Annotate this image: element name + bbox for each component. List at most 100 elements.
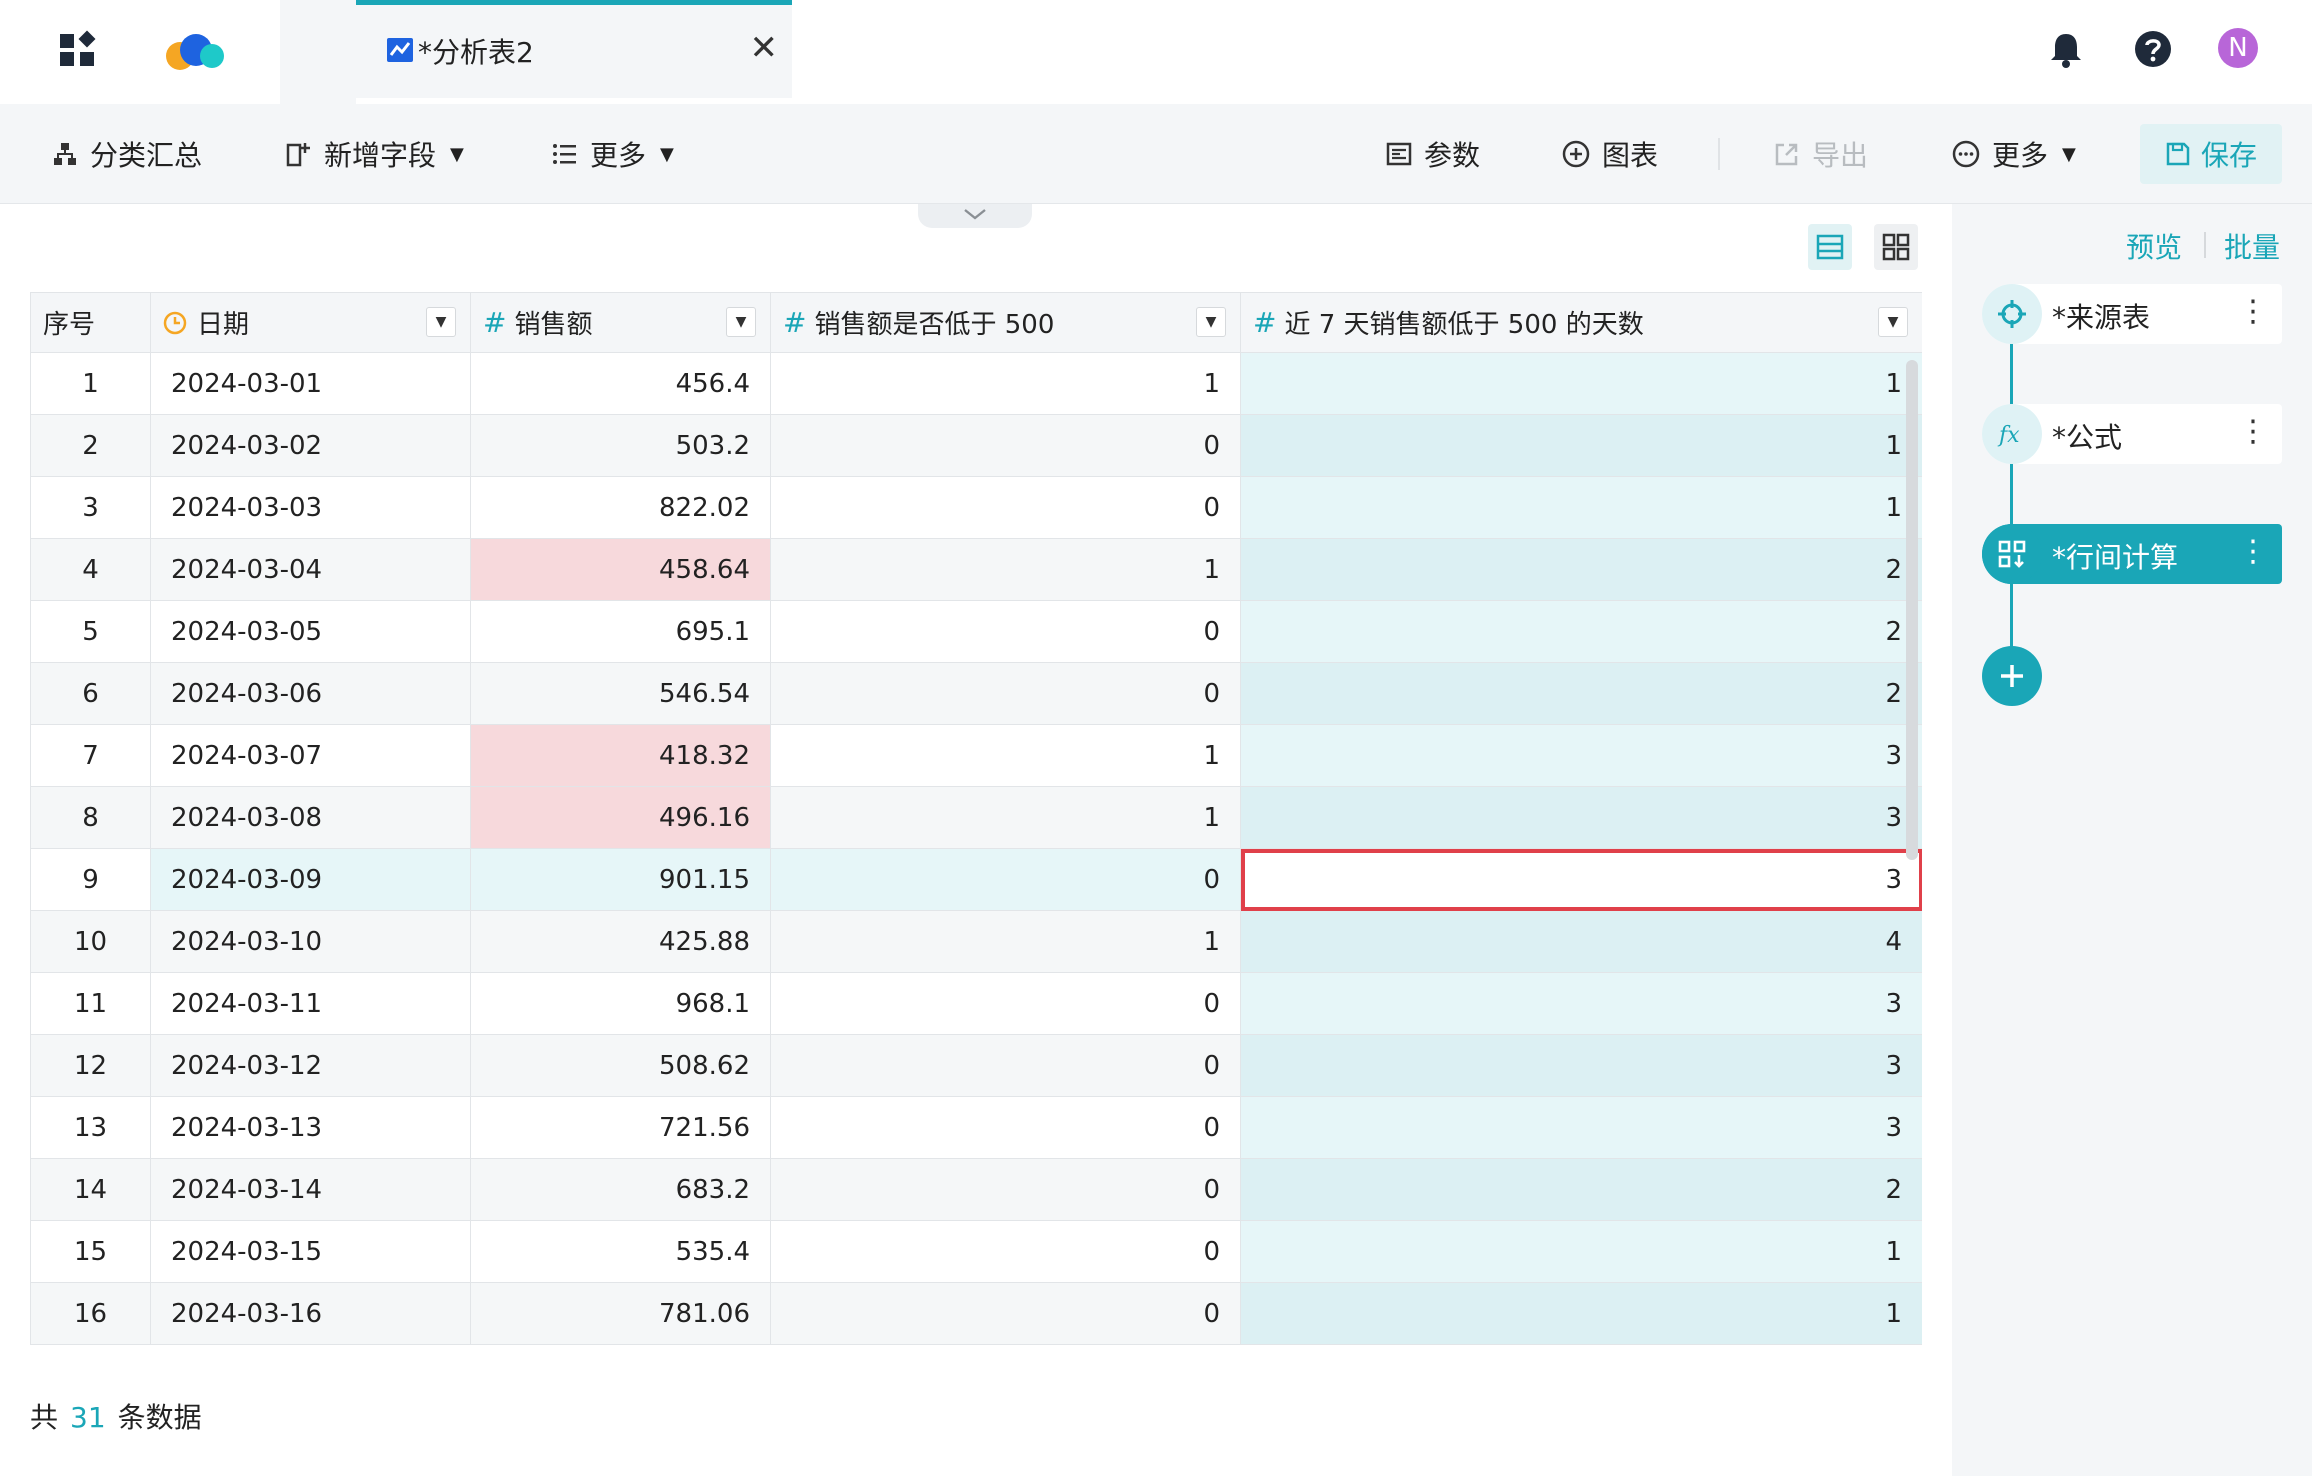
cell-index[interactable]: 2 bbox=[30, 414, 151, 477]
column-filter-dropdown[interactable]: ▼ bbox=[1878, 307, 1908, 337]
table-row[interactable]: 6 2024-03-06 546.54 0 2 bbox=[30, 662, 1922, 725]
cell-below-500[interactable]: 0 bbox=[770, 1096, 1241, 1159]
step-formula[interactable]: fx *公式 ⋮ bbox=[1982, 404, 2282, 464]
table-row[interactable]: 9 2024-03-09 901.15 0 3 bbox=[30, 848, 1922, 911]
cell-7day-count[interactable]: 2 bbox=[1240, 1158, 1922, 1221]
cell-index[interactable]: 15 bbox=[30, 1220, 151, 1283]
cell-7day-count[interactable]: 3 bbox=[1240, 1034, 1922, 1097]
table-row[interactable]: 13 2024-03-13 721.56 0 3 bbox=[30, 1096, 1922, 1159]
app-grid-icon[interactable] bbox=[58, 30, 96, 68]
cell-sales[interactable]: 546.54 bbox=[470, 662, 771, 725]
chart-button[interactable]: 图表 bbox=[1562, 134, 1658, 174]
document-tab[interactable]: *分析表2 ✕ bbox=[356, 0, 792, 98]
cell-date[interactable]: 2024-03-01 bbox=[150, 352, 471, 415]
cell-sales[interactable]: 695.1 bbox=[470, 600, 771, 663]
cell-7day-count[interactable]: 4 bbox=[1240, 910, 1922, 973]
more-left-button[interactable]: 更多 ▼ bbox=[552, 134, 674, 174]
cell-index[interactable]: 10 bbox=[30, 910, 151, 973]
cell-below-500[interactable]: 1 bbox=[770, 352, 1241, 415]
cell-7day-count[interactable]: 1 bbox=[1240, 414, 1922, 477]
table-row[interactable]: 16 2024-03-16 781.06 0 1 bbox=[30, 1282, 1922, 1345]
cell-below-500[interactable]: 0 bbox=[770, 1220, 1241, 1283]
cell-sales[interactable]: 456.4 bbox=[470, 352, 771, 415]
cell-7day-count[interactable]: 3 bbox=[1240, 786, 1922, 849]
cell-index[interactable]: 4 bbox=[30, 538, 151, 601]
close-tab-icon[interactable]: ✕ bbox=[750, 31, 779, 65]
step-row-calculation[interactable]: *行间计算 ⋮ bbox=[1982, 524, 2282, 584]
column-header-below-500[interactable]: # 销售额是否低于 500 ▼ bbox=[770, 292, 1241, 353]
table-row[interactable]: 12 2024-03-12 508.62 0 3 bbox=[30, 1034, 1922, 1097]
cell-date[interactable]: 2024-03-09 bbox=[150, 848, 471, 911]
column-header-7day-count[interactable]: # 近 7 天销售额低于 500 的天数 ▼ bbox=[1240, 292, 1922, 353]
cell-7day-count[interactable]: 3 bbox=[1240, 1096, 1922, 1159]
cell-sales[interactable]: 822.02 bbox=[470, 476, 771, 539]
bell-icon[interactable] bbox=[2048, 30, 2084, 68]
cell-index[interactable]: 7 bbox=[30, 724, 151, 787]
collapse-toolbar-handle[interactable] bbox=[918, 204, 1032, 228]
cell-sales[interactable]: 968.1 bbox=[470, 972, 771, 1035]
cell-sales[interactable]: 508.62 bbox=[470, 1034, 771, 1097]
cell-7day-count[interactable]: 2 bbox=[1240, 662, 1922, 725]
cell-date[interactable]: 2024-03-11 bbox=[150, 972, 471, 1035]
preview-link[interactable]: 预览 bbox=[2126, 226, 2182, 266]
cell-index[interactable]: 3 bbox=[30, 476, 151, 539]
cell-7day-count[interactable]: 2 bbox=[1240, 600, 1922, 663]
table-row[interactable]: 8 2024-03-08 496.16 1 3 bbox=[30, 786, 1922, 849]
add-step-button[interactable] bbox=[1982, 646, 2042, 706]
table-row[interactable]: 1 2024-03-01 456.4 1 1 bbox=[30, 352, 1922, 415]
table-row[interactable]: 15 2024-03-15 535.4 0 1 bbox=[30, 1220, 1922, 1283]
cell-index[interactable]: 5 bbox=[30, 600, 151, 663]
cell-sales[interactable]: 781.06 bbox=[470, 1282, 771, 1345]
batch-link[interactable]: 批量 bbox=[2224, 226, 2280, 266]
cell-date[interactable]: 2024-03-14 bbox=[150, 1158, 471, 1221]
more-right-button[interactable]: 更多 ▼ bbox=[1952, 134, 2076, 174]
cell-below-500[interactable]: 0 bbox=[770, 1034, 1241, 1097]
cell-index[interactable]: 9 bbox=[30, 848, 151, 911]
cell-date[interactable]: 2024-03-04 bbox=[150, 538, 471, 601]
table-row[interactable]: 2 2024-03-02 503.2 0 1 bbox=[30, 414, 1922, 477]
table-view-button[interactable] bbox=[1808, 224, 1852, 270]
column-header-index[interactable]: 序号 bbox=[30, 292, 151, 353]
cell-sales[interactable]: 503.2 bbox=[470, 414, 771, 477]
add-field-button[interactable]: 新增字段 ▼ bbox=[286, 134, 464, 174]
cell-date[interactable]: 2024-03-10 bbox=[150, 910, 471, 973]
cell-7day-count[interactable]: 1 bbox=[1240, 476, 1922, 539]
save-button[interactable]: 保存 bbox=[2140, 124, 2282, 184]
params-button[interactable]: 参数 bbox=[1386, 134, 1480, 174]
cell-sales[interactable]: 901.15 bbox=[470, 848, 771, 911]
step-menu-icon[interactable]: ⋮ bbox=[2238, 534, 2268, 570]
cell-7day-count[interactable]: 2 bbox=[1240, 538, 1922, 601]
cell-date[interactable]: 2024-03-02 bbox=[150, 414, 471, 477]
table-row[interactable]: 14 2024-03-14 683.2 0 2 bbox=[30, 1158, 1922, 1221]
cell-below-500[interactable]: 0 bbox=[770, 662, 1241, 725]
cell-index[interactable]: 8 bbox=[30, 786, 151, 849]
cell-index[interactable]: 11 bbox=[30, 972, 151, 1035]
table-row[interactable]: 5 2024-03-05 695.1 0 2 bbox=[30, 600, 1922, 663]
user-avatar[interactable]: N bbox=[2218, 28, 2258, 68]
selected-cell[interactable]: 3 bbox=[1240, 848, 1922, 911]
cell-index[interactable]: 12 bbox=[30, 1034, 151, 1097]
cell-index[interactable]: 16 bbox=[30, 1282, 151, 1345]
table-row[interactable]: 4 2024-03-04 458.64 1 2 bbox=[30, 538, 1922, 601]
cell-date[interactable]: 2024-03-03 bbox=[150, 476, 471, 539]
table-row[interactable]: 11 2024-03-11 968.1 0 3 bbox=[30, 972, 1922, 1035]
grid-view-button[interactable] bbox=[1874, 224, 1918, 270]
cell-below-500[interactable]: 1 bbox=[770, 910, 1241, 973]
cell-date[interactable]: 2024-03-08 bbox=[150, 786, 471, 849]
table-row[interactable]: 10 2024-03-10 425.88 1 4 bbox=[30, 910, 1922, 973]
cell-7day-count[interactable]: 1 bbox=[1240, 352, 1922, 415]
cell-below-500[interactable]: 0 bbox=[770, 476, 1241, 539]
cell-below-500[interactable]: 0 bbox=[770, 600, 1241, 663]
step-source-table[interactable]: *来源表 ⋮ bbox=[1982, 284, 2282, 344]
cell-below-500[interactable]: 0 bbox=[770, 414, 1241, 477]
table-row[interactable]: 7 2024-03-07 418.32 1 3 bbox=[30, 724, 1922, 787]
cell-below-500[interactable]: 0 bbox=[770, 1158, 1241, 1221]
cell-sales[interactable]: 721.56 bbox=[470, 1096, 771, 1159]
column-filter-dropdown[interactable]: ▼ bbox=[1196, 307, 1226, 337]
cell-below-500[interactable]: 1 bbox=[770, 786, 1241, 849]
cell-index[interactable]: 14 bbox=[30, 1158, 151, 1221]
cell-below-500[interactable]: 0 bbox=[770, 848, 1241, 911]
cell-sales[interactable]: 496.16 bbox=[470, 786, 771, 849]
cell-index[interactable]: 1 bbox=[30, 352, 151, 415]
cell-sales[interactable]: 683.2 bbox=[470, 1158, 771, 1221]
